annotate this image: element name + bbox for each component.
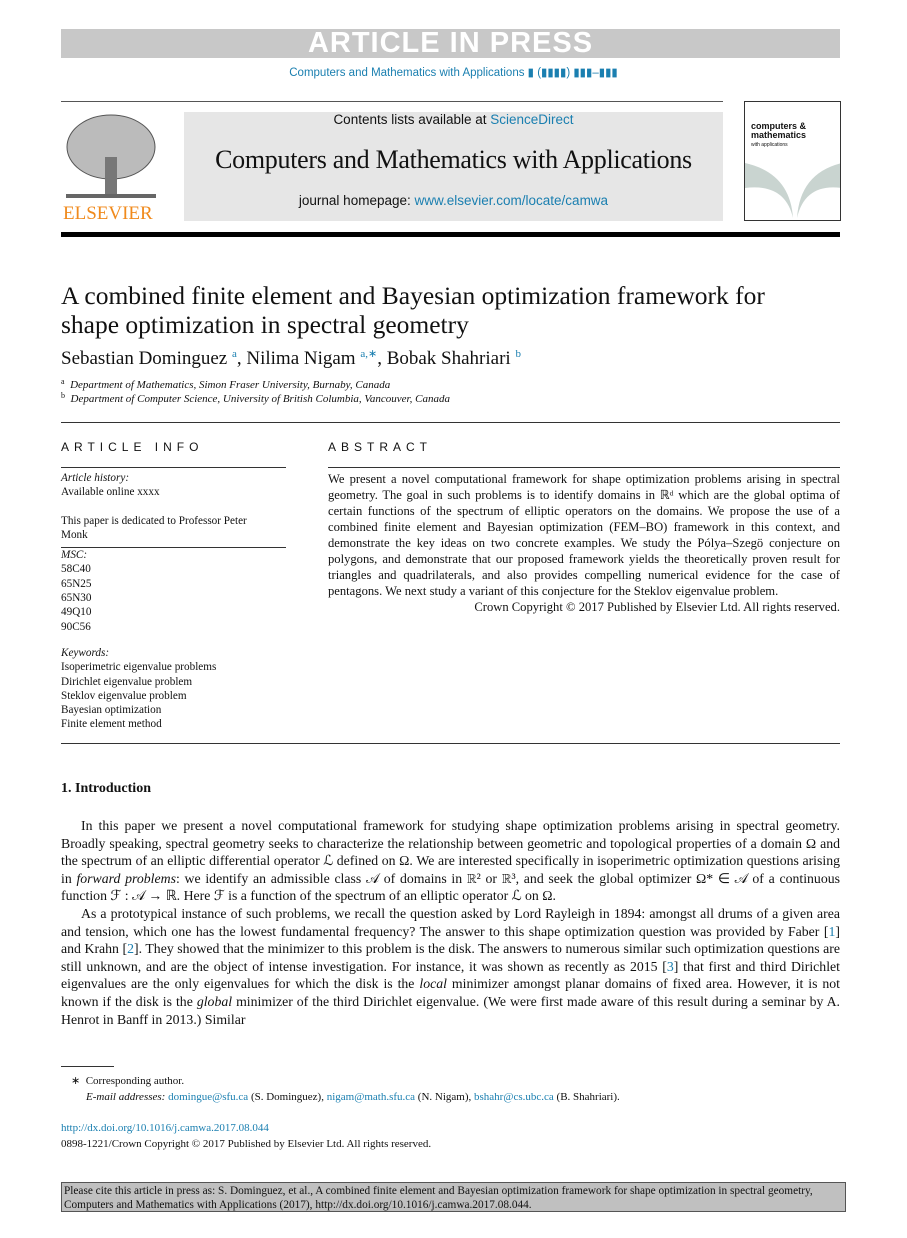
journal-reference-link[interactable]: Computers and Mathematics with Applicati… [0, 65, 907, 79]
abstract-copyright: Crown Copyright © 2017 Published by Else… [474, 600, 840, 614]
author-affiliation-mark[interactable]: b [515, 348, 521, 360]
article-title: A combined finite element and Bayesian o… [61, 281, 765, 339]
author-affiliation-mark[interactable]: a,∗ [360, 348, 377, 360]
divider [61, 547, 286, 549]
footnote-rule [61, 1066, 114, 1067]
author-name: Nilima Nigam [246, 348, 356, 369]
contents-text: Contents lists available at [333, 112, 491, 127]
keyword: Isoperimetric eigenvalue problems [61, 661, 217, 674]
keyword: Dirichlet eigenvalue problem [61, 675, 193, 688]
article-info: Article history: Available online xxxx T… [61, 471, 286, 732]
msc-label: MSC: [61, 549, 88, 562]
keyword: Finite element method [61, 718, 162, 731]
section-heading: 1. Introduction [61, 781, 151, 796]
paragraph: In this paper we present a novel computa… [61, 818, 841, 904]
author-list: Sebastian Dominguez a, Nilima Nigam a,∗,… [61, 348, 521, 369]
author-affiliation-mark[interactable]: a [232, 348, 237, 360]
rights-text: 0898-1221/Crown Copyright © 2017 Publish… [61, 1138, 432, 1150]
journal-banner: Contents lists available at ScienceDirec… [184, 112, 723, 221]
homepage-link[interactable]: www.elsevier.com/locate/camwa [415, 193, 609, 208]
dedication: This paper is dedicated to Professor Pet… [61, 514, 247, 541]
divider [61, 422, 840, 423]
sciencedirect-link[interactable]: ScienceDirect [490, 112, 573, 127]
doi-block: http://dx.doi.org/10.1016/j.camwa.2017.0… [61, 1120, 431, 1152]
body-text: In this paper we present a novel computa… [61, 817, 840, 1028]
citation-box: Please cite this article in press as: S.… [61, 1182, 846, 1212]
affiliation: a Department of Mathematics, Simon Frase… [61, 377, 391, 391]
abstract-heading: ABSTRACT [328, 440, 433, 454]
citation-link[interactable]: 3 [667, 959, 674, 974]
email-link[interactable]: bshahr@cs.ubc.ca [474, 1091, 554, 1103]
affiliation: b Department of Computer Science, Univer… [61, 391, 450, 405]
email-link[interactable]: nigam@math.sfu.ca [327, 1091, 415, 1103]
doi-link[interactable]: http://dx.doi.org/10.1016/j.camwa.2017.0… [61, 1122, 269, 1134]
msc-code: 58C40 [61, 563, 91, 576]
author-name: Sebastian Dominguez [61, 348, 228, 369]
citation-link[interactable]: 2 [127, 941, 134, 956]
history-label: Article history: [61, 472, 130, 484]
msc-code: 65N25 [61, 577, 92, 590]
journal-cover: computers & mathematics with application… [744, 101, 841, 221]
divider [61, 101, 723, 102]
elsevier-logo: ELSEVIER [61, 112, 161, 224]
keywords-label: Keywords: [61, 646, 110, 659]
history-value: Available online xxxx [61, 486, 160, 499]
divider [61, 743, 840, 744]
journal-title: Computers and Mathematics with Applicati… [215, 145, 692, 174]
msc-code: 49Q10 [61, 606, 92, 619]
corresponding-author-note: Corresponding author. [85, 1075, 185, 1087]
msc-code: 90C56 [61, 620, 91, 633]
cover-graphic [745, 163, 840, 218]
keyword: Bayesian optimization [61, 704, 162, 717]
msc-code: 65N30 [61, 592, 92, 605]
divider [61, 467, 286, 468]
article-info-heading: ARTICLE INFO [61, 440, 204, 454]
paragraph: As a prototypical instance of such probl… [61, 905, 841, 1027]
abstract: We present a novel computational framewo… [328, 471, 840, 615]
abstract-text: We present a novel computational framewo… [328, 472, 840, 598]
header-rule [61, 232, 840, 237]
divider [328, 467, 840, 468]
elsevier-wordmark: ELSEVIER [63, 203, 153, 224]
author-name: Bobak Shahriari [386, 348, 511, 369]
article-in-press-banner: ARTICLE IN PRESS [61, 29, 840, 58]
homepage-label: journal homepage: [298, 193, 415, 208]
keyword: Steklov eigenvalue problem [61, 689, 187, 702]
footnotes: ∗ Corresponding author. E-mail addresses… [71, 1075, 620, 1103]
cover-title: computers & mathematics [751, 121, 807, 140]
email-link[interactable]: domingue@sfu.ca [168, 1091, 248, 1103]
